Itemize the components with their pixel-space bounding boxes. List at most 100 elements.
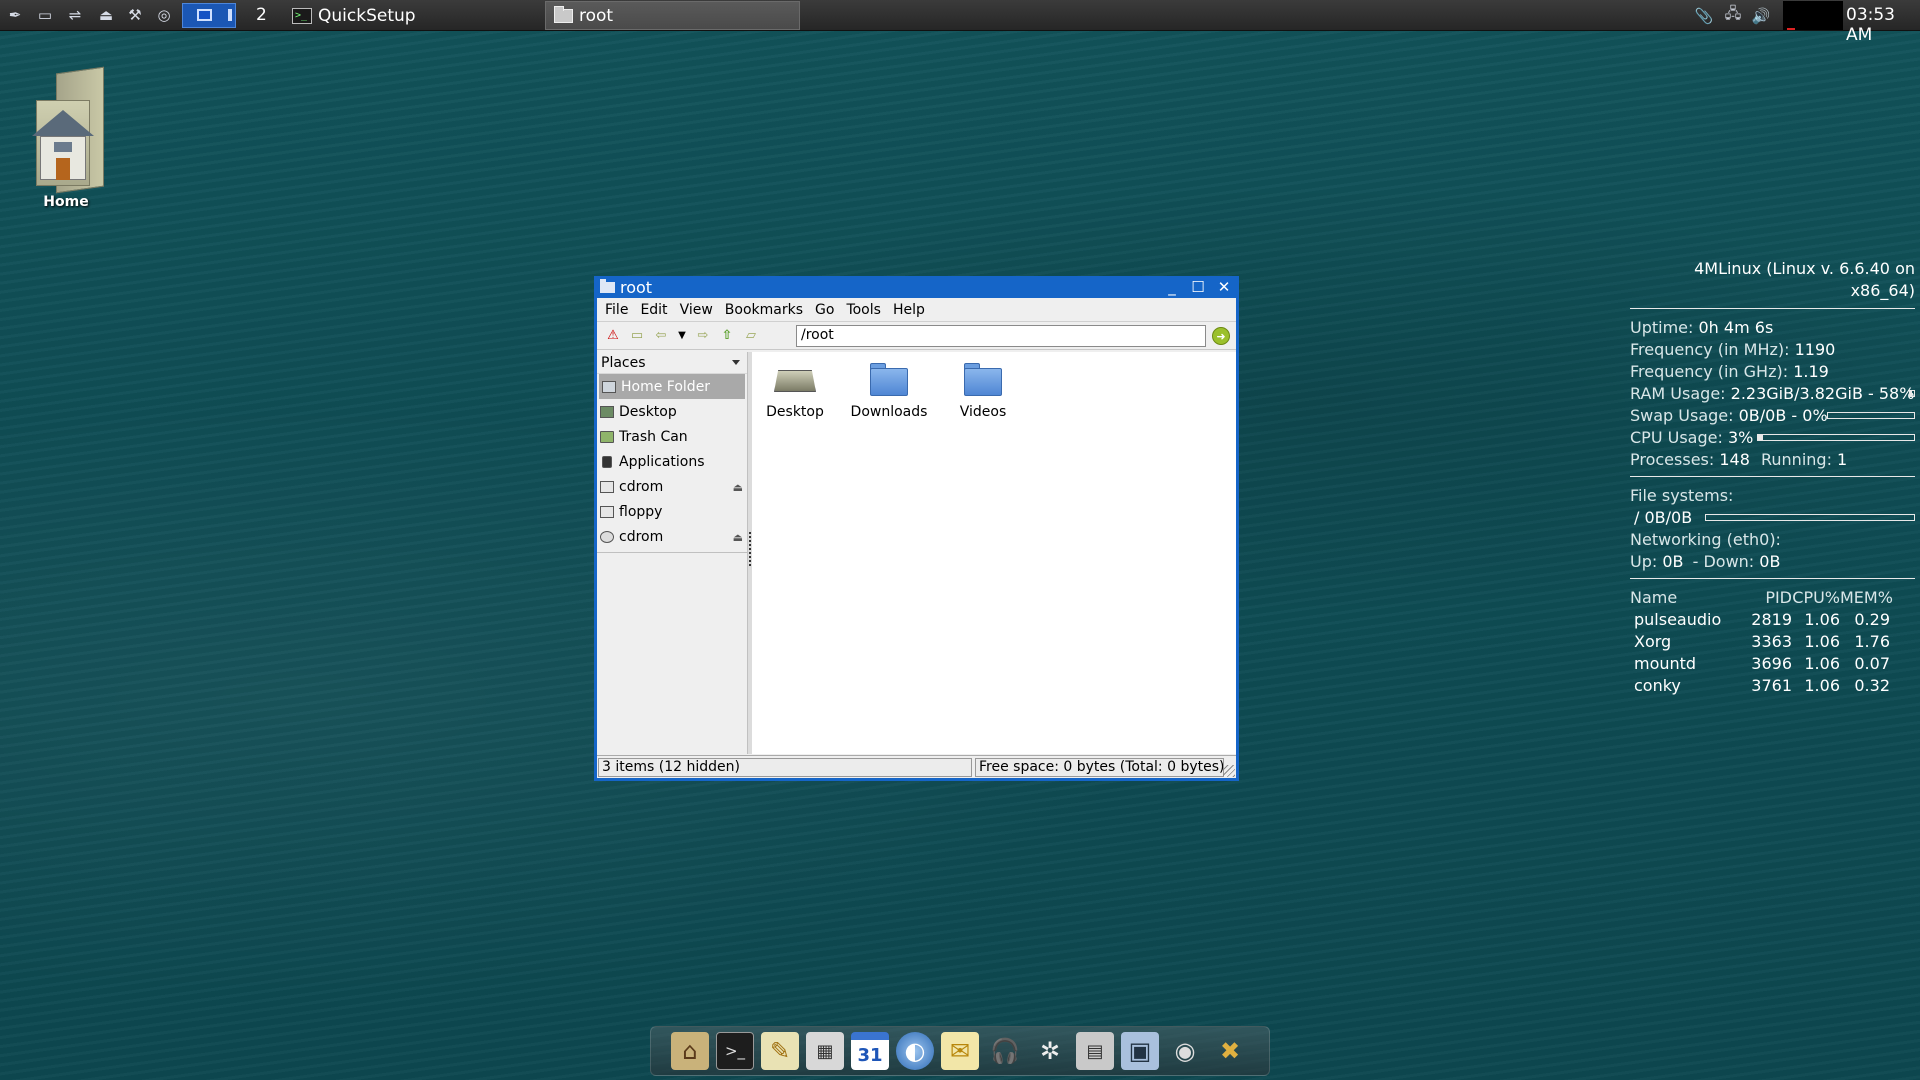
workspace-2-icon[interactable]: [228, 9, 232, 21]
place-cdrom-2[interactable]: cdrom ⏏: [597, 524, 747, 549]
resize-grip[interactable]: [1223, 765, 1235, 777]
system-monitor-widget[interactable]: [1783, 1, 1843, 30]
workspace-1-icon[interactable]: [197, 9, 212, 21]
location-field[interactable]: /root: [796, 325, 1206, 347]
go-button[interactable]: ➜: [1212, 327, 1230, 345]
ram-row: RAM Usage: 2.23GiB/3.82GiB - 58%: [1630, 383, 1915, 405]
back-arrow-icon[interactable]: ⇦: [649, 325, 673, 347]
mount-icon[interactable]: ⚒: [124, 5, 146, 25]
place-desktop[interactable]: Desktop: [597, 399, 747, 424]
feather-icon[interactable]: ✒: [4, 5, 26, 25]
eject-icon[interactable]: ⏏: [733, 481, 743, 494]
file-view[interactable]: Desktop Downloads Videos: [752, 352, 1236, 754]
usb-icon[interactable]: ⇌: [64, 5, 86, 25]
up-arrow-icon[interactable]: ⇧: [715, 325, 739, 347]
desktop-home-icon[interactable]: Home: [18, 66, 114, 210]
menu-help[interactable]: Help: [893, 302, 925, 318]
task-label: QuickSetup: [318, 5, 416, 26]
minimize-button[interactable]: _: [1162, 276, 1182, 298]
place-cdrom-1[interactable]: cdrom ⏏: [597, 474, 747, 499]
down-label: - Down:: [1692, 552, 1755, 571]
uptime-label: Uptime:: [1630, 318, 1694, 337]
place-home-folder[interactable]: Home Folder: [599, 374, 745, 399]
freq-mhz-value: 1190: [1794, 340, 1836, 359]
web-browser-icon[interactable]: ◐: [896, 1032, 934, 1070]
home-folder-icon: [26, 66, 106, 194]
file-item-desktop[interactable]: Desktop: [755, 360, 835, 420]
place-label: Applications: [619, 453, 705, 470]
net-label-row: Networking (eth0):: [1630, 529, 1915, 551]
fs-bar: [1705, 514, 1915, 521]
new-folder-icon[interactable]: ▭: [625, 325, 649, 347]
place-label: Home Folder: [621, 378, 711, 395]
proc-row: mountd 3696 1.06 0.07: [1630, 653, 1915, 675]
place-floppy[interactable]: floppy: [597, 499, 747, 524]
menu-view[interactable]: View: [680, 302, 713, 318]
file-manager-icon[interactable]: ⌂: [671, 1032, 709, 1070]
file-label: Videos: [959, 404, 1007, 420]
settings-tools-icon[interactable]: ✖: [1211, 1032, 1249, 1070]
place-label: Trash Can: [619, 428, 688, 445]
menu-file[interactable]: File: [605, 302, 628, 318]
conky-monitor: 4MLinux (Linux v. 6.6.40 on x86_64) Upti…: [1630, 258, 1915, 697]
proc-mem: 1.76: [1854, 632, 1890, 651]
text-editor-icon[interactable]: ✎: [761, 1032, 799, 1070]
network-icon[interactable]: 🖧: [1722, 4, 1744, 26]
file-item-downloads[interactable]: Downloads: [849, 360, 929, 420]
ram-bar: [1909, 390, 1915, 397]
volume-icon[interactable]: 🔊: [1750, 5, 1772, 26]
history-dropdown-icon[interactable]: ▼: [673, 325, 691, 347]
place-label: cdrom: [619, 528, 664, 545]
paperclip-icon[interactable]: 📎: [1693, 5, 1715, 26]
video-player-icon[interactable]: ✲: [1031, 1032, 1069, 1070]
workspace-number: 2: [256, 5, 267, 25]
drive-icon[interactable]: ▭: [34, 5, 56, 25]
folder-icon: [962, 360, 1004, 398]
taskbar-item-root[interactable]: root: [545, 1, 800, 30]
window-titlebar[interactable]: root _ ☐ ✕: [597, 276, 1236, 298]
proc-pid: 2819: [1751, 610, 1792, 629]
headphones-icon[interactable]: 🎧: [986, 1032, 1024, 1070]
desktop-icon: [600, 405, 614, 418]
eject-icon[interactable]: ⏏: [733, 531, 743, 544]
fs-root-row: / 0B/0B: [1630, 507, 1915, 529]
menu-bookmarks[interactable]: Bookmarks: [725, 302, 803, 318]
running-value: 1: [1837, 450, 1848, 469]
clock[interactable]: 03:53 AM: [1846, 5, 1920, 45]
workspace-switcher[interactable]: [182, 3, 236, 28]
camera-icon[interactable]: ▣: [1121, 1032, 1159, 1070]
proc-row: pulseaudio 2819 1.06 0.29: [1630, 609, 1915, 631]
menu-edit[interactable]: Edit: [640, 302, 667, 318]
top-panel: ✒ ▭ ⇌ ⏏ ⚒ ◎ 2 >_ QuickSetup root 📎 🖧 🔊 0…: [0, 0, 1920, 45]
ram-label: RAM Usage:: [1630, 384, 1726, 403]
processes-value: 148: [1719, 450, 1750, 469]
file-item-videos[interactable]: Videos: [943, 360, 1023, 420]
place-applications[interactable]: Applications: [597, 449, 747, 474]
trash-icon: [600, 430, 614, 443]
cpu-value: 3%: [1727, 428, 1754, 447]
warning-icon[interactable]: ⚠: [601, 325, 625, 347]
menu-tools[interactable]: Tools: [846, 302, 881, 318]
calculator-icon[interactable]: ▦: [806, 1032, 844, 1070]
maximize-button[interactable]: ☐: [1188, 276, 1208, 298]
proc-cpu: 1.06: [1804, 676, 1840, 695]
mail-icon[interactable]: ✉: [941, 1032, 979, 1070]
forward-arrow-icon[interactable]: ⇨: [691, 325, 715, 347]
proc-cpu: 1.06: [1804, 610, 1840, 629]
close-button[interactable]: ✕: [1214, 276, 1234, 298]
place-trash-can[interactable]: Trash Can: [597, 424, 747, 449]
calendar-icon[interactable]: 31: [851, 1032, 889, 1070]
eject-icon[interactable]: ⏏: [95, 5, 117, 25]
places-sidebar: Places Home Folder Desktop Trash Can App…: [597, 352, 748, 754]
webcam-icon[interactable]: ◉: [1166, 1032, 1204, 1070]
taskbar-item-quicksetup[interactable]: >_ QuickSetup: [284, 1, 534, 30]
refresh-icon[interactable]: ◎: [153, 5, 175, 25]
folder-location-icon[interactable]: ▱: [739, 325, 763, 347]
places-selector[interactable]: Places: [597, 352, 747, 374]
toolbar: ⚠ ▭ ⇦ ▼ ⇨ ⇧ ▱ /root ➜: [597, 322, 1236, 350]
home-folder-icon: [602, 380, 616, 393]
up-value: 0B: [1662, 552, 1684, 571]
terminal-icon[interactable]: >_: [716, 1032, 754, 1070]
menu-go[interactable]: Go: [815, 302, 834, 318]
scanner-icon[interactable]: ▤: [1076, 1032, 1114, 1070]
